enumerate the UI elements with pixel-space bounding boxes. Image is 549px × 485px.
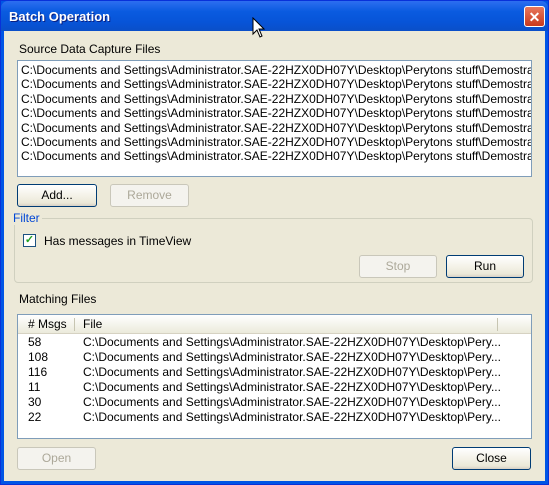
file-path-cell: C:\Documents and Settings\Administrator.…: [83, 350, 501, 364]
remove-button[interactable]: Remove: [110, 184, 189, 207]
matching-files-header: # Msgs File: [18, 315, 531, 334]
msgs-count-cell: 22: [28, 410, 42, 424]
dialog-client-area: Source Data Capture Files C:\Documents a…: [4, 31, 545, 481]
file-path-cell: C:\Documents and Settings\Administrator.…: [83, 335, 501, 349]
source-file-item[interactable]: C:\Documents and Settings\Administrator.…: [21, 135, 531, 149]
open-button[interactable]: Open: [17, 447, 96, 470]
table-row[interactable]: 108 C:\Documents and Settings\Administrat…: [18, 350, 531, 365]
msgs-count-cell: 30: [28, 395, 42, 409]
file-path-cell: C:\Documents and Settings\Administrator.…: [83, 410, 501, 424]
title-bar[interactable]: Batch Operation ✕: [1, 1, 548, 31]
source-file-item[interactable]: C:\Documents and Settings\Administrator.…: [21, 77, 531, 91]
source-files-label: Source Data Capture Files: [19, 42, 161, 56]
stop-button[interactable]: Stop: [359, 255, 437, 278]
table-row[interactable]: 11 C:\Documents and Settings\Administrato…: [18, 380, 531, 395]
add-button[interactable]: Add...: [17, 184, 97, 207]
source-file-item[interactable]: C:\Documents and Settings\Administrator.…: [21, 63, 531, 77]
column-divider[interactable]: [497, 318, 498, 331]
column-header-msgs[interactable]: # Msgs: [28, 315, 67, 333]
has-messages-checkbox[interactable]: ✓: [23, 234, 36, 247]
close-button[interactable]: Close: [452, 447, 531, 470]
mouse-cursor-icon: [252, 17, 266, 38]
source-files-list[interactable]: C:\Documents and Settings\Administrator.…: [17, 60, 532, 177]
file-path-cell: C:\Documents and Settings\Administrator.…: [83, 365, 501, 379]
table-row[interactable]: 116 C:\Documents and Settings\Administrat…: [18, 365, 531, 380]
window-title: Batch Operation: [9, 9, 111, 24]
source-file-item[interactable]: C:\Documents and Settings\Administrator.…: [21, 149, 531, 163]
msgs-count-cell: 58: [28, 335, 42, 349]
column-header-file[interactable]: File: [83, 315, 102, 333]
table-row[interactable]: 22 C:\Documents and Settings\Administrato…: [18, 410, 531, 425]
close-icon[interactable]: ✕: [524, 6, 545, 27]
matching-files-label: Matching Files: [19, 292, 97, 306]
msgs-count-cell: 116: [28, 365, 48, 379]
source-file-item[interactable]: C:\Documents and Settings\Administrator.…: [21, 106, 531, 120]
msgs-count-cell: 108: [28, 350, 49, 364]
column-divider[interactable]: [74, 318, 75, 331]
file-path-cell: C:\Documents and Settings\Administrator.…: [83, 380, 501, 394]
run-button[interactable]: Run: [446, 255, 524, 278]
source-file-item[interactable]: C:\Documents and Settings\Administrator.…: [21, 92, 531, 106]
table-row[interactable]: 30 C:\Documents and Settings\Administrato…: [18, 395, 531, 410]
table-row[interactable]: 58 C:\Documents and Settings\Administrato…: [18, 335, 531, 350]
filter-group-title: Filter: [11, 211, 42, 225]
matching-files-list[interactable]: # Msgs File 58 C:\Documents and Settings\…: [17, 314, 532, 439]
batch-operation-window: Batch Operation ✕ Source Data Capture Fi…: [0, 0, 549, 485]
file-path-cell: C:\Documents and Settings\Administrator.…: [83, 395, 501, 409]
msgs-count-cell: 11: [28, 380, 41, 394]
source-file-item[interactable]: C:\Documents and Settings\Administrator.…: [21, 121, 531, 135]
has-messages-label[interactable]: Has messages in TimeView: [44, 234, 191, 248]
